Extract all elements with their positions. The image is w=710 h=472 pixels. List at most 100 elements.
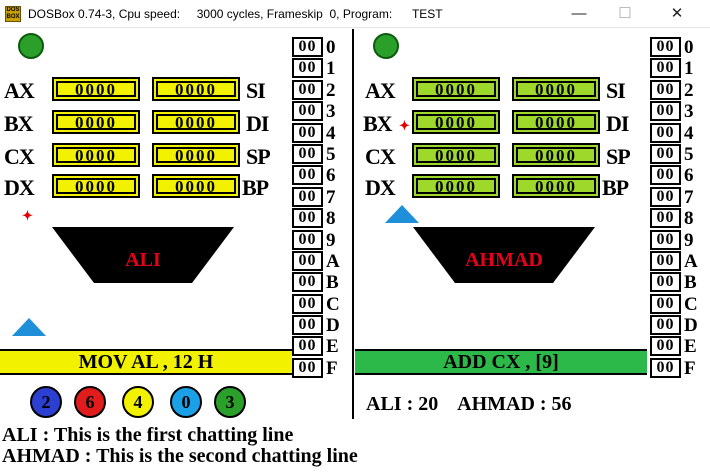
memory-cell: 00	[292, 315, 323, 336]
game-screen: AX 0000 BX 0000 CX 0000 DX 0000 0000 SI …	[0, 29, 710, 472]
memory-index: 0	[326, 37, 336, 58]
bullet-icon: ✦	[22, 208, 33, 223]
register-value: 0000	[416, 114, 496, 131]
memory-row: 00 3	[292, 101, 340, 122]
memory-index: B	[684, 272, 697, 294]
memory-cell: 00	[292, 165, 323, 186]
register-value: 0000	[56, 147, 136, 164]
chat-line: AHMAD : This is the second chatting line	[2, 445, 358, 467]
memory-cell: 00	[292, 336, 323, 357]
memory-index: 6	[326, 165, 336, 187]
memory-cell: 00	[650, 79, 681, 100]
maximize-button[interactable]: ☐	[602, 0, 648, 28]
memory-index: F	[684, 357, 696, 379]
memory-cell: 00	[650, 293, 681, 314]
memory-row: 00 B	[650, 272, 698, 293]
memory-cell: 00	[292, 272, 323, 293]
ball-cyan-icon[interactable]: 0	[170, 386, 202, 418]
memory-cell: 00	[650, 186, 681, 207]
memory-row: 00 7	[650, 186, 698, 208]
memory-row: 00 A	[650, 250, 698, 272]
ball-green-icon[interactable]: 3	[214, 386, 246, 418]
memory-index: 3	[326, 101, 336, 123]
memory-row: 00 4	[650, 122, 698, 144]
memory-row: 00 9	[650, 229, 698, 251]
minimize-button[interactable]: —	[556, 0, 602, 28]
ball-yellow-icon[interactable]: 4	[122, 386, 154, 418]
command-input-ali[interactable]: MOV AL , 12 H	[0, 349, 292, 375]
score-display: ALI : 20 AHMAD : 56	[366, 393, 572, 415]
memory-cell: 00	[650, 208, 681, 229]
memory-index: F	[326, 357, 338, 379]
ship-name-label: AHMAD	[465, 249, 543, 271]
ball-red-icon[interactable]: 6	[74, 386, 106, 418]
memory-index: A	[684, 250, 698, 272]
memory-row: 00 5	[650, 143, 698, 165]
register-si-box: 0000	[152, 77, 240, 101]
memory-cell: 00	[650, 122, 681, 143]
memory-row: 00 5	[292, 143, 340, 165]
register-label: AX	[365, 78, 396, 103]
register-value: 0000	[416, 147, 496, 164]
memory-index: D	[326, 315, 340, 337]
register-value: 0000	[156, 178, 236, 195]
memory-row: 00 3	[650, 101, 698, 122]
memory-row: 00 D	[292, 315, 340, 336]
memory-cell: 00	[292, 208, 323, 229]
memory-cell: 00	[292, 229, 323, 250]
register-value: 0000	[156, 114, 236, 131]
memory-index: 4	[326, 122, 336, 144]
memory-cell: 00	[292, 357, 323, 378]
ship-ali: ALI	[52, 227, 234, 289]
memory-cell: 00	[650, 143, 681, 164]
register-cx-box: 0000	[412, 143, 500, 167]
command-input-ahmad[interactable]: ADD CX , [9]	[355, 349, 647, 375]
memory-cell: 00	[650, 101, 681, 122]
register-label: DI	[246, 111, 269, 136]
memory-index: 8	[684, 208, 694, 230]
panel-divider	[352, 29, 354, 419]
register-value: 0000	[516, 114, 596, 131]
memory-row: 00 E	[292, 336, 340, 357]
memory-index: C	[326, 293, 340, 315]
ball-blue-icon[interactable]: 2	[30, 386, 62, 418]
close-button[interactable]: ✕	[654, 0, 700, 28]
register-value: 0000	[56, 114, 136, 131]
register-value: 0000	[56, 81, 136, 98]
memory-cell: 00	[650, 165, 681, 186]
register-sp-box: 0000	[152, 143, 240, 167]
register-bp-box: 0000	[512, 174, 600, 198]
memory-index: 8	[326, 208, 336, 230]
memory-cell: 00	[650, 58, 681, 79]
register-value: 0000	[416, 81, 496, 98]
memory-index: 7	[684, 186, 694, 208]
memory-row: 00 9	[292, 229, 340, 251]
memory-index: A	[326, 250, 340, 272]
ball-row: 2 6 4 0 3	[30, 386, 280, 420]
register-label: DX	[4, 175, 35, 200]
register-di-box: 0000	[512, 110, 600, 134]
memory-row: 00 E	[650, 336, 698, 357]
memory-cell: 00	[650, 229, 681, 250]
register-label: CX	[365, 144, 396, 169]
memory-row: 00 8	[292, 208, 340, 229]
title-bar: DOS BOX DOSBox 0.74-3, Cpu speed: 3000 c…	[0, 0, 710, 28]
register-label: BP	[242, 175, 269, 200]
memory-index: 5	[684, 143, 694, 165]
memory-cell: 00	[650, 272, 681, 293]
memory-index: 6	[684, 165, 694, 187]
memory-index: 7	[326, 186, 336, 208]
register-ax-box: 0000	[412, 77, 500, 101]
memory-index: 0	[684, 37, 694, 58]
memory-cell: 00	[650, 315, 681, 336]
register-value: 0000	[156, 81, 236, 98]
ship-ahmad: AHMAD	[413, 227, 595, 289]
memory-cell: 00	[292, 79, 323, 100]
register-label: SP	[606, 144, 631, 169]
memory-row: 00 8	[650, 208, 698, 229]
memory-row: 00 0	[292, 37, 340, 58]
dosbox-app-icon: DOS BOX	[5, 6, 21, 22]
register-label: AX	[4, 78, 35, 103]
memory-row: 00 2	[292, 79, 340, 101]
gun-triangle-icon	[12, 318, 46, 336]
